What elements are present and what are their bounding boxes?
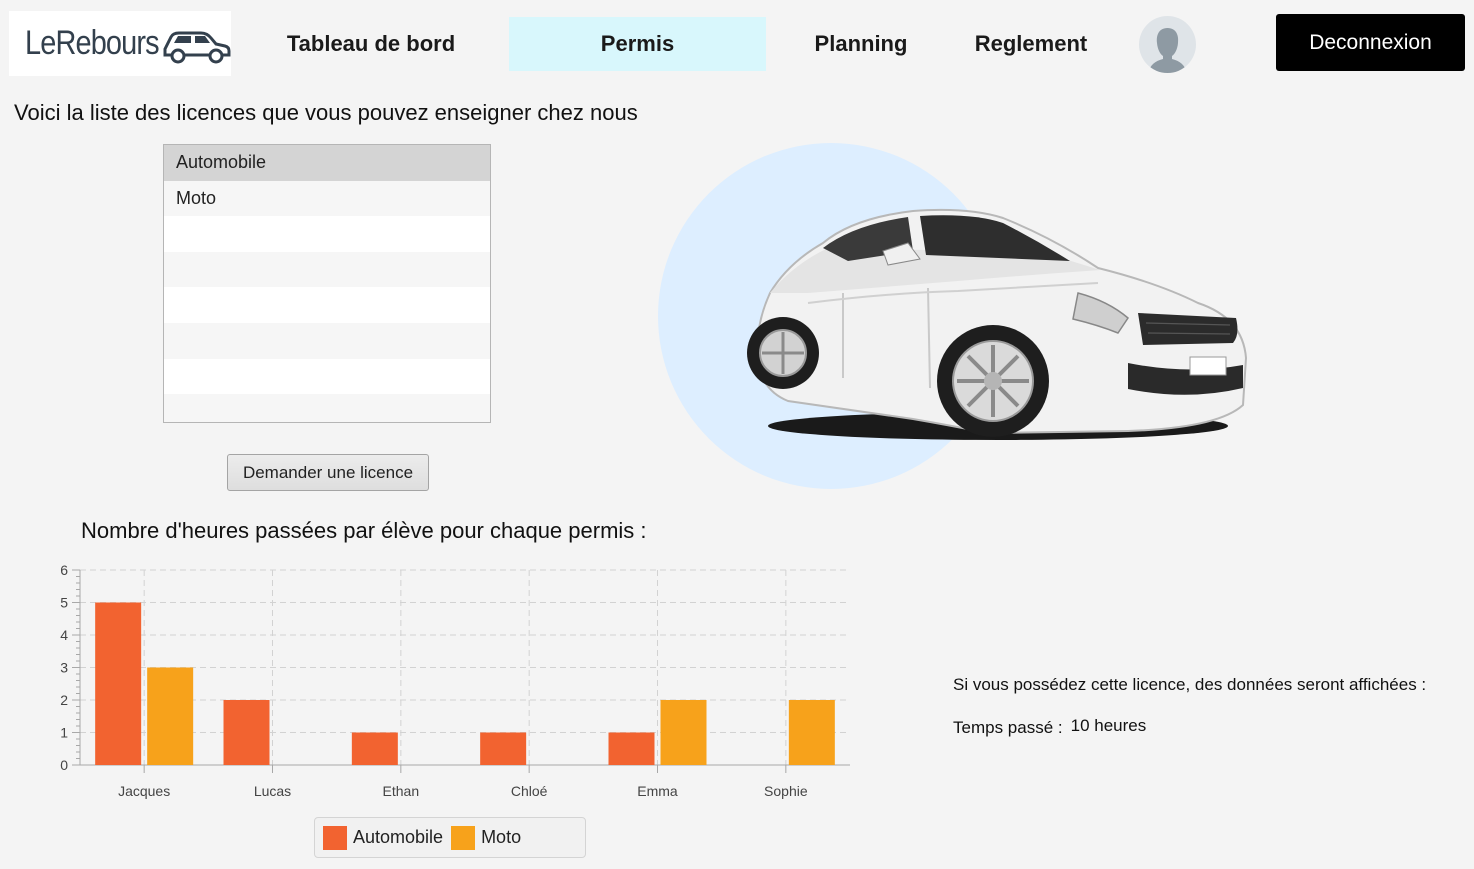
bar-automobile xyxy=(608,732,655,765)
y-tick-label: 0 xyxy=(60,757,68,773)
nav-reglement[interactable]: Reglement xyxy=(955,17,1107,71)
legend-swatch-automobile xyxy=(323,825,347,850)
nav-tableau-de-bord[interactable]: Tableau de bord xyxy=(257,17,485,71)
bar-automobile xyxy=(351,732,398,765)
chart-title: Nombre d'heures passées par élève pour c… xyxy=(81,518,647,543)
x-tick-label: Jacques xyxy=(118,783,170,799)
bar-automobile xyxy=(480,732,527,765)
list-item-empty xyxy=(164,216,490,252)
list-item-empty xyxy=(164,359,490,395)
y-tick-label: 6 xyxy=(60,562,68,578)
licence-list[interactable]: Automobile Moto xyxy=(163,144,491,423)
y-tick-label: 2 xyxy=(60,692,68,708)
licence-info-text: Si vous possédez cette licence, des donn… xyxy=(953,675,1427,694)
user-silhouette-icon xyxy=(1148,28,1187,73)
nav-permis[interactable]: Permis xyxy=(509,17,766,71)
avatar[interactable] xyxy=(1139,16,1196,73)
legend-label-moto: Moto xyxy=(481,827,522,847)
time-spent-row: Temps passé : 10 heures xyxy=(953,716,1147,738)
y-tick-label: 3 xyxy=(60,660,68,676)
list-item-empty xyxy=(164,322,490,359)
legend-item-automobile: Automobile xyxy=(323,825,444,850)
chart-legend: Automobile Moto xyxy=(314,817,586,858)
list-item-empty xyxy=(164,251,490,288)
time-spent-value: 10 heures xyxy=(1070,716,1147,735)
x-tick-label: Sophie xyxy=(764,783,808,799)
bar-moto xyxy=(788,700,835,765)
bar-automobile xyxy=(95,602,142,765)
logout-button[interactable]: Deconnexion xyxy=(1276,14,1465,71)
request-licence-button[interactable]: Demander une licence xyxy=(227,454,429,491)
x-tick-label: Ethan xyxy=(383,783,420,799)
car-illustration xyxy=(658,143,1248,489)
bar-moto xyxy=(660,700,707,765)
logo: LeRebours xyxy=(9,11,231,76)
list-item-automobile[interactable]: Automobile xyxy=(164,145,490,181)
y-tick-label: 4 xyxy=(60,627,68,643)
hours-bar-chart: 0 1 2 3 4 5 6 Jacques Lucas Ethan Chloé Emma Sophie xyxy=(60,562,850,799)
list-item-empty xyxy=(164,394,490,422)
list-item-moto[interactable]: Moto xyxy=(164,180,490,217)
licences-intro: Voici la liste des licences que vous pou… xyxy=(14,100,638,125)
time-spent-label: Temps passé : xyxy=(953,718,1063,737)
car-icon xyxy=(163,31,231,64)
bar-moto xyxy=(147,667,194,765)
nav-planning[interactable]: Planning xyxy=(790,17,932,71)
x-tick-label: Lucas xyxy=(254,783,291,799)
legend-item-moto: Moto xyxy=(451,825,522,850)
x-tick-label: Emma xyxy=(637,783,678,799)
legend-label-automobile: Automobile xyxy=(353,827,444,847)
bar-automobile xyxy=(223,700,270,765)
logo-text: LeRebours xyxy=(25,24,160,62)
y-tick-label: 5 xyxy=(60,595,68,611)
legend-swatch-moto xyxy=(451,825,476,850)
y-tick-label: 1 xyxy=(60,725,68,741)
list-item-empty xyxy=(164,287,490,323)
x-tick-label: Chloé xyxy=(511,783,548,799)
